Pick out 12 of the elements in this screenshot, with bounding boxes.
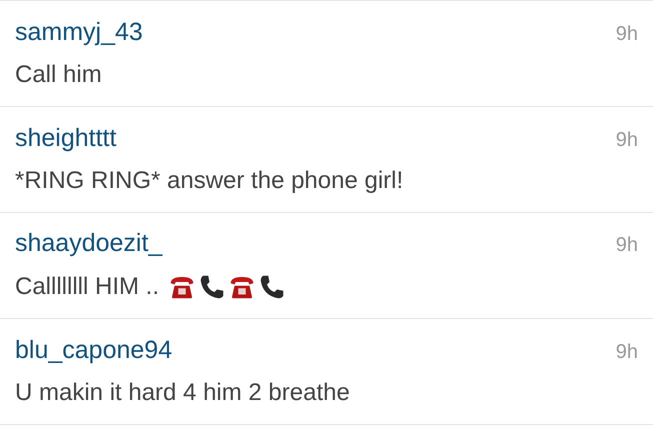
username-link[interactable]: sammyj_43 bbox=[15, 18, 143, 47]
timestamp: 9h bbox=[616, 23, 638, 46]
username-link[interactable]: shaaydoezit_ bbox=[15, 229, 162, 258]
comment-text: Call him bbox=[15, 61, 102, 89]
comment-text: Callllllll HIM .. bbox=[15, 273, 159, 301]
timestamp: 9h bbox=[616, 341, 638, 364]
comment-text: *RING RING* answer the phone girl! bbox=[15, 167, 404, 195]
username-link[interactable]: blu_capone94 bbox=[15, 336, 172, 365]
timestamp: 9h bbox=[616, 129, 638, 152]
username-link[interactable]: sheightttt bbox=[15, 124, 116, 153]
comment-text: U makin it hard 4 him 2 breathe bbox=[15, 379, 350, 407]
timestamp: 9h bbox=[616, 234, 638, 257]
